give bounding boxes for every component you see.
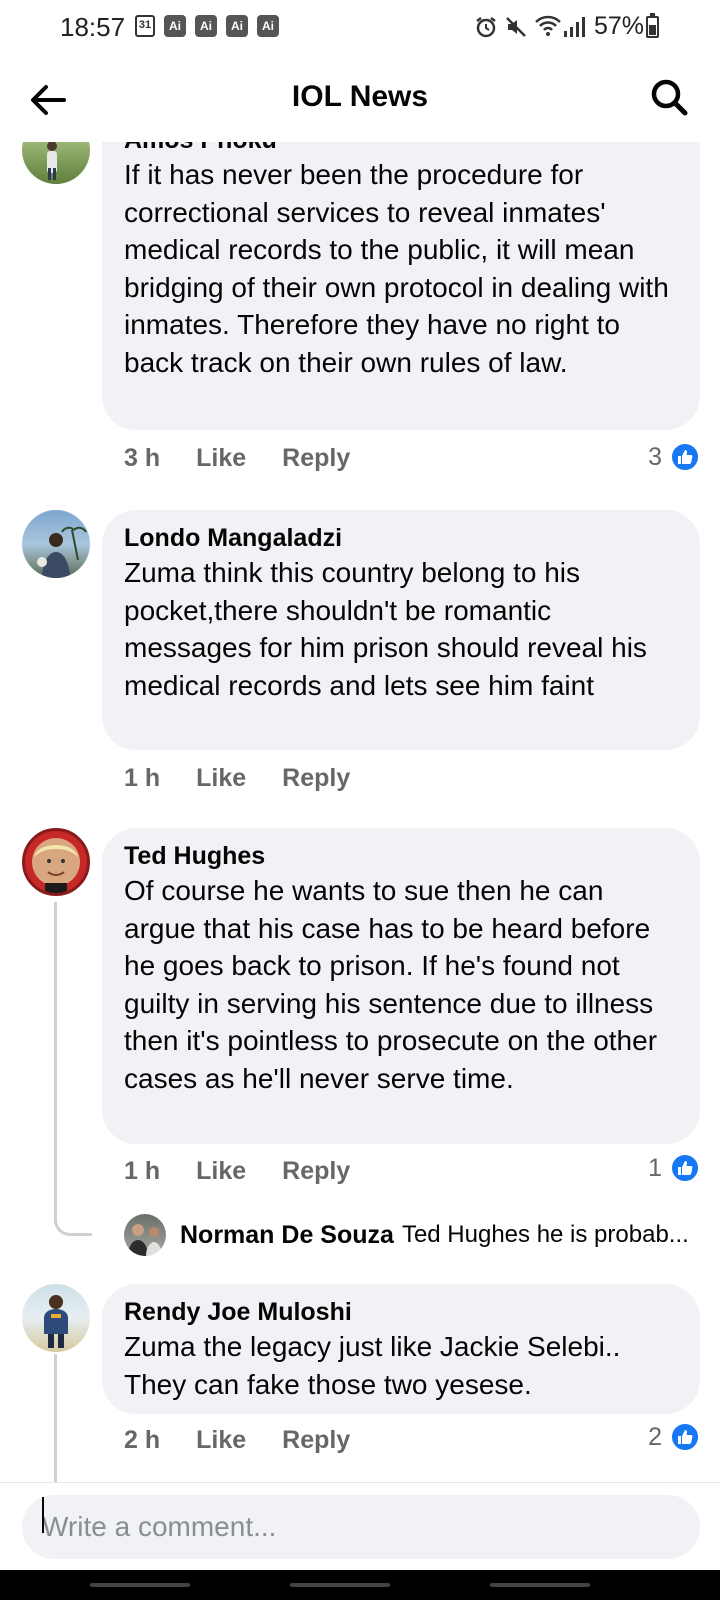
- comment-author[interactable]: Rendy Joe Muloshi: [124, 1296, 678, 1328]
- nav-recents[interactable]: [90, 1583, 190, 1587]
- reply-preview[interactable]: Norman De Souza Ted Hughes he is probab.…: [124, 1214, 704, 1256]
- battery-percent: 57%: [594, 12, 645, 40]
- reply-button[interactable]: Reply: [282, 444, 350, 473]
- ai-badge-icon: Ai: [226, 15, 248, 37]
- battery-icon: [646, 13, 659, 38]
- comment-actions: 3 h Like Reply: [124, 444, 386, 473]
- app-header: IOL News: [0, 56, 720, 142]
- reply-button[interactable]: Reply: [282, 1157, 350, 1186]
- reply-author: Norman De Souza: [180, 1220, 394, 1249]
- like-button[interactable]: Like: [196, 444, 246, 473]
- search-icon: [651, 79, 688, 116]
- comments-list: Amos Phoku If it has never been the proc…: [0, 142, 720, 1482]
- reply-button[interactable]: Reply: [282, 764, 350, 793]
- comment-author[interactable]: Londo Mangaladzi: [124, 522, 678, 554]
- thumbs-up-icon: [670, 1153, 700, 1183]
- thumbs-up-icon: [670, 442, 700, 472]
- comment-time[interactable]: 1 h: [124, 764, 160, 793]
- status-bar: 18:57 31 Ai Ai Ai Ai 57%: [0, 0, 720, 56]
- ai-badge-icon: Ai: [164, 15, 186, 37]
- ai-badge-icon: Ai: [257, 15, 279, 37]
- avatar[interactable]: [22, 1284, 90, 1352]
- reaction-count[interactable]: 3: [648, 442, 700, 472]
- ai-badge-icon: Ai: [195, 15, 217, 37]
- comment-text: Zuma the legacy just like Jackie Selebi.…: [124, 1331, 621, 1400]
- comment-bubble: Londo Mangaladzi Zuma think this country…: [102, 510, 700, 750]
- text-caret: [42, 1497, 44, 1533]
- comment-bubble: Amos Phoku If it has never been the proc…: [102, 142, 700, 430]
- reply-connector: [54, 1182, 92, 1236]
- comment-time[interactable]: 3 h: [124, 444, 160, 473]
- reaction-number: 3: [648, 442, 662, 471]
- like-button[interactable]: Like: [196, 764, 246, 793]
- status-time: 18:57: [60, 12, 126, 42]
- reply-snippet: Ted Hughes he is probab...: [401, 1221, 689, 1248]
- avatar[interactable]: [22, 142, 90, 184]
- reaction-number: 2: [648, 1422, 662, 1451]
- calendar-icon: 31: [135, 15, 155, 37]
- avatar: [124, 1214, 166, 1256]
- comment-bubble: Rendy Joe Muloshi Zuma the legacy just l…: [102, 1284, 700, 1414]
- comment-author[interactable]: Ted Hughes: [124, 840, 678, 872]
- mute-icon: [506, 17, 526, 37]
- like-button[interactable]: Like: [196, 1157, 246, 1186]
- comment-time[interactable]: 2 h: [124, 1426, 160, 1455]
- reaction-number: 1: [648, 1153, 662, 1182]
- comment-input[interactable]: [22, 1495, 700, 1559]
- comment-text: If it has never been the procedure for c…: [124, 159, 669, 378]
- like-button[interactable]: Like: [196, 1426, 246, 1455]
- comment-actions: 1 h Like Reply: [124, 764, 386, 793]
- comment-bubble: Ted Hughes Of course he wants to sue the…: [102, 828, 700, 1144]
- avatar[interactable]: [22, 510, 90, 578]
- comment-actions: 1 h Like Reply: [124, 1157, 386, 1186]
- thumbs-up-icon: [670, 1422, 700, 1452]
- avatar[interactable]: [22, 828, 90, 896]
- thread-line: [54, 1354, 57, 1482]
- comment-author[interactable]: Amos Phoku: [124, 142, 678, 156]
- comment-actions: 2 h Like Reply: [124, 1426, 386, 1455]
- alarm-icon: [476, 17, 496, 38]
- reaction-count[interactable]: 2: [648, 1422, 700, 1452]
- comment-time[interactable]: 1 h: [124, 1157, 160, 1186]
- system-nav-bar: [0, 1570, 720, 1600]
- reaction-count[interactable]: 1: [648, 1153, 700, 1183]
- thread-line: [54, 902, 57, 1224]
- comment-composer: [0, 1482, 720, 1570]
- search-button[interactable]: [648, 76, 692, 120]
- nav-home[interactable]: [290, 1583, 390, 1587]
- page-title: IOL News: [291, 80, 429, 113]
- comment-text: Of course he wants to sue then he can ar…: [124, 875, 658, 1094]
- reply-button[interactable]: Reply: [282, 1426, 350, 1455]
- wifi-icon: [535, 15, 561, 36]
- nav-back[interactable]: [490, 1583, 590, 1587]
- comment-text: Zuma think this country belong to his po…: [124, 557, 647, 701]
- signal-icon: [564, 17, 585, 37]
